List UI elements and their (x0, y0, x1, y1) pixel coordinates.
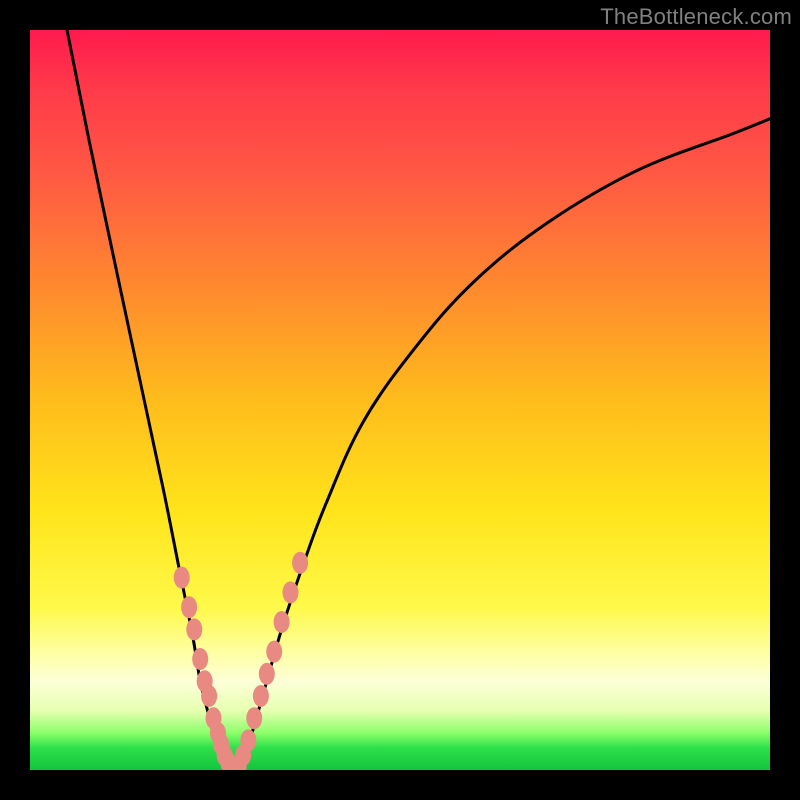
data-point (186, 618, 202, 640)
data-point (192, 648, 208, 670)
data-point (274, 611, 290, 633)
data-point (240, 729, 256, 751)
chart-svg (30, 30, 770, 770)
data-point (201, 685, 217, 707)
data-point (253, 685, 269, 707)
data-point (174, 567, 190, 589)
chart-frame: TheBottleneck.com (0, 0, 800, 800)
watermark-text: TheBottleneck.com (600, 4, 792, 30)
data-point (266, 641, 282, 663)
data-point (292, 552, 308, 574)
data-point (282, 581, 298, 603)
data-point (246, 707, 262, 729)
plot-area (30, 30, 770, 770)
data-point (259, 663, 275, 685)
curve-right-curve (237, 119, 770, 770)
data-point (181, 596, 197, 618)
